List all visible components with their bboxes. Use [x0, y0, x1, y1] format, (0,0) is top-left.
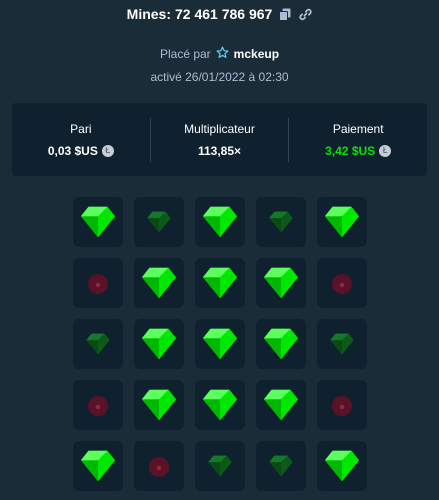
tile-3-3 [256, 380, 306, 430]
stat-value: 0,03 $US Ł [48, 144, 114, 158]
tile-1-0 [73, 258, 123, 308]
gem-icon [323, 203, 361, 241]
gem-icon [201, 203, 239, 241]
star-icon [216, 46, 229, 62]
gem-faded-icon [207, 453, 233, 479]
tile-3-1 [134, 380, 184, 430]
placed-by-label: Placé par [159, 47, 211, 61]
stat-bet: Pari 0,03 $US Ł [12, 103, 150, 176]
mine-faded-icon [86, 393, 110, 417]
stat-label: Paiement [332, 121, 384, 136]
bet-amount: 0,03 $US [47, 143, 98, 158]
stat-value: 113,85× [198, 144, 241, 158]
placed-by: Placé par mckeup [0, 46, 439, 62]
tile-2-0 [73, 319, 123, 369]
tile-0-3 [256, 197, 306, 247]
tile-2-1 [134, 319, 184, 369]
game-label: Mines: [126, 6, 171, 22]
tile-1-4 [317, 258, 367, 308]
stat-payout: Paiement 3,42 $US Ł [289, 103, 427, 176]
game-header: Mines: 72 461 786 967 [0, 6, 439, 22]
tile-4-0 [73, 441, 123, 491]
payout-amount: 3,42 $US [325, 143, 376, 158]
gem-faded-icon [268, 209, 294, 235]
gem-icon [262, 386, 300, 424]
gem-icon [323, 447, 361, 485]
tile-1-1 [134, 258, 184, 308]
tile-0-1 [134, 197, 184, 247]
tile-3-2 [195, 380, 245, 430]
tile-2-3 [256, 319, 306, 369]
bet-stats-panel: Pari 0,03 $US Ł Multiplicateur 113,85× P… [12, 103, 427, 176]
gem-icon [201, 386, 239, 424]
tile-2-4 [317, 319, 367, 369]
tile-1-2 [195, 258, 245, 308]
gem-faded-icon [329, 331, 355, 357]
activation-date: activé 26/01/2022 à 02:30 [150, 70, 289, 84]
gem-icon [140, 386, 178, 424]
game-id: 72 461 786 967 [175, 6, 273, 22]
stat-label: Multiplicateur [184, 121, 255, 136]
gem-icon [140, 264, 178, 302]
litecoin-icon: Ł [101, 144, 114, 157]
mine-faded-icon [330, 271, 354, 295]
tile-3-4 [317, 380, 367, 430]
multiplier-value: 113,85× [197, 143, 242, 158]
username-link[interactable]: mckeup [234, 47, 279, 61]
stat-label: Pari [70, 121, 92, 136]
tile-2-2 [195, 319, 245, 369]
gem-icon [262, 325, 300, 363]
gem-faded-icon [268, 453, 294, 479]
gem-icon [201, 264, 239, 302]
gem-icon [79, 447, 117, 485]
link-icon[interactable] [298, 7, 312, 21]
tile-4-1 [134, 441, 184, 491]
gem-icon [262, 264, 300, 302]
mines-board [73, 197, 367, 491]
tile-4-3 [256, 441, 306, 491]
copy-icon[interactable] [278, 7, 292, 21]
gem-icon [201, 325, 239, 363]
tile-3-0 [73, 380, 123, 430]
tile-0-4 [317, 197, 367, 247]
gem-icon [79, 203, 117, 241]
game-title: Mines: 72 461 786 967 [127, 6, 273, 22]
stat-multiplier: Multiplicateur 113,85× [151, 103, 289, 176]
tile-1-3 [256, 258, 306, 308]
tile-4-4 [317, 441, 367, 491]
gem-icon [140, 325, 178, 363]
mine-faded-icon [330, 393, 354, 417]
litecoin-icon: Ł [379, 144, 392, 157]
gem-faded-icon [85, 331, 111, 357]
mine-faded-icon [86, 271, 110, 295]
tile-4-2 [195, 441, 245, 491]
mine-faded-icon [147, 454, 171, 478]
tile-0-0 [73, 197, 123, 247]
gem-faded-icon [146, 209, 172, 235]
tile-0-2 [195, 197, 245, 247]
stat-value: 3,42 $US Ł [325, 143, 392, 158]
